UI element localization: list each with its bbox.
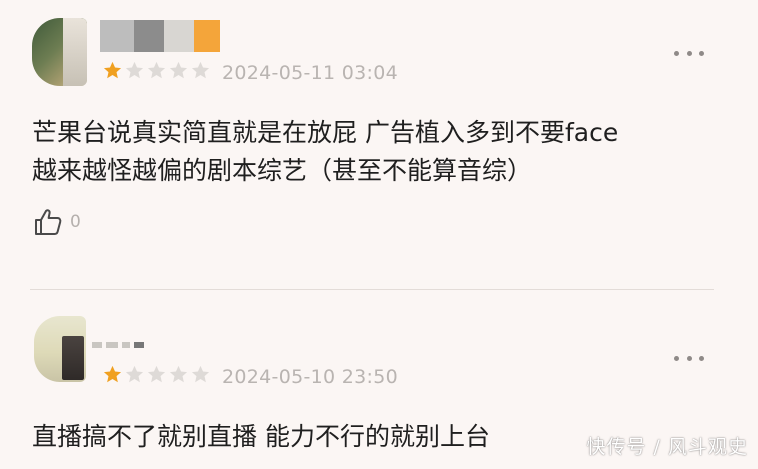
thumbs-up-icon (35, 209, 62, 235)
more-dots-icon (674, 50, 679, 56)
review-text-line: 芒果台说真实简直就是在放屁 广告植入多到不要face (32, 118, 619, 147)
username-blurred (92, 342, 148, 356)
like-count: 0 (70, 212, 81, 232)
watermark: 快传号 / 风斗观史 (586, 436, 748, 458)
avatar[interactable] (34, 316, 86, 382)
review-text: 芒果台说真实简直就是在放屁 广告植入多到不要face 越来越怪越偏的剧本综艺（甚… (32, 114, 732, 190)
more-options-button[interactable] (674, 352, 704, 364)
star-empty-icon (147, 365, 166, 383)
like-button[interactable]: 0 (32, 206, 81, 238)
star-empty-icon (191, 365, 210, 383)
star-empty-icon (147, 61, 166, 79)
star-empty-icon (191, 61, 210, 79)
star-empty-icon (125, 365, 144, 383)
star-rating (102, 60, 211, 81)
avatar[interactable] (32, 18, 87, 86)
review-text-line: 越来越怪越偏的剧本综艺（甚至不能算音综） (32, 156, 533, 185)
divider (30, 289, 714, 290)
star-rating (102, 364, 211, 385)
review-card: 2024-05-11 03:04 芒果台说真实简直就是在放屁 广告植入多到不要f… (0, 0, 758, 290)
review-date: 2024-05-11 03:04 (222, 62, 399, 84)
star-empty-icon (169, 365, 188, 383)
more-options-button[interactable] (674, 47, 704, 59)
star-filled-icon (103, 61, 122, 79)
more-dots-icon (674, 355, 679, 361)
review-date: 2024-05-10 23:50 (222, 366, 399, 388)
star-filled-icon (103, 365, 122, 383)
username-blurred (100, 20, 220, 52)
star-empty-icon (125, 61, 144, 79)
star-empty-icon (169, 61, 188, 79)
